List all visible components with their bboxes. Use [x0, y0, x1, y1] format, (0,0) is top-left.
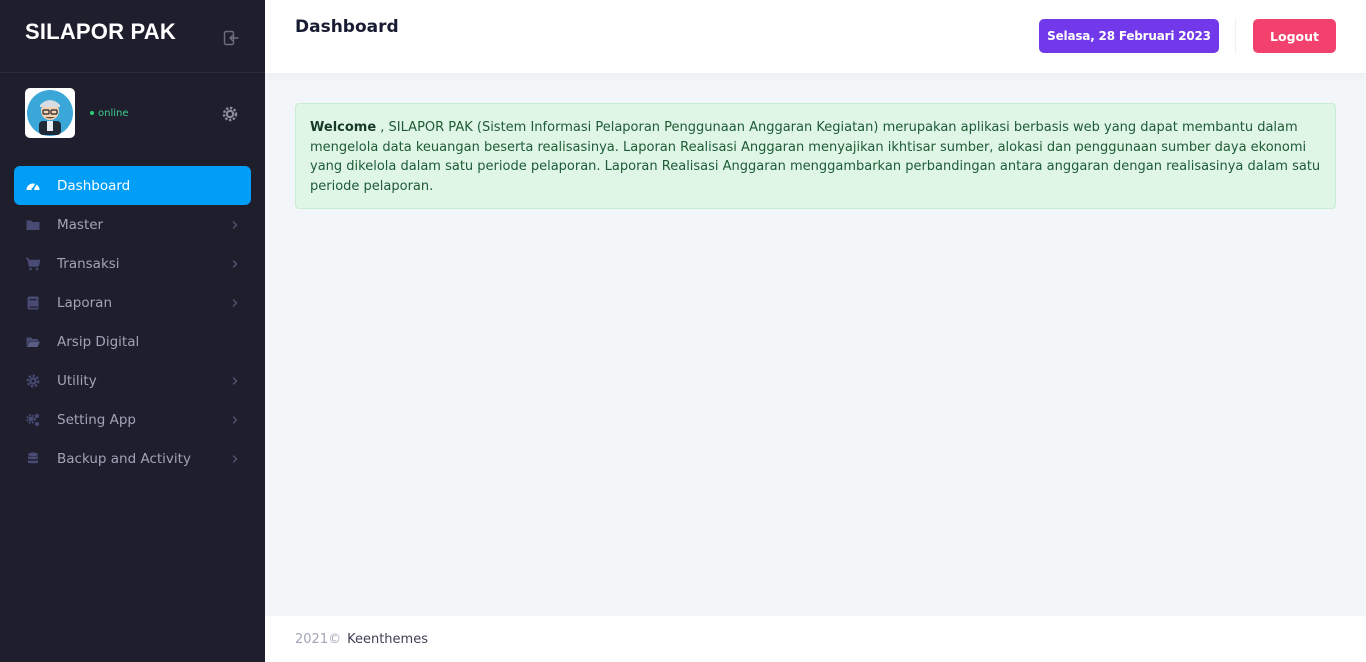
- gauge-icon: [25, 178, 41, 194]
- sidebar-item-label: Dashboard: [57, 177, 131, 194]
- chevron-right-icon: [232, 376, 238, 385]
- footer-copyright: 2021©: [295, 631, 342, 647]
- sidebar-item-setting-app[interactable]: Setting App: [14, 400, 251, 439]
- sidebar: SILAPOR PAK online Dashboard Master Tran…: [0, 0, 265, 662]
- user-status: online: [90, 108, 129, 119]
- footer: 2021© Keenthemes: [265, 616, 1366, 662]
- sidebar-item-backup-and-activity[interactable]: Backup and Activity: [14, 439, 251, 478]
- sidebar-item-dashboard[interactable]: Dashboard: [14, 166, 251, 205]
- sidebar-item-label: Utility: [57, 372, 97, 389]
- chevron-right-icon: [232, 415, 238, 424]
- sidebar-item-transaksi[interactable]: Transaksi: [14, 244, 251, 283]
- user-settings-icon[interactable]: [221, 105, 239, 123]
- chevron-right-icon: [232, 259, 238, 268]
- sidebar-item-label: Laporan: [57, 294, 113, 311]
- footer-link[interactable]: Keenthemes: [347, 632, 428, 647]
- date-badge: Selasa, 28 Februari 2023: [1039, 19, 1219, 53]
- gears-icon: [25, 412, 41, 428]
- folder-open-icon: [25, 334, 41, 350]
- sidebar-item-laporan[interactable]: Laporan: [14, 283, 251, 322]
- status-label: online: [98, 107, 129, 119]
- sidebar-item-label: Backup and Activity: [57, 450, 191, 467]
- alert-lead: Welcome: [310, 120, 377, 135]
- sidebar-menu: Dashboard Master Transaksi Laporan Arsip…: [0, 153, 265, 478]
- chevron-right-icon: [232, 220, 238, 229]
- avatar[interactable]: [25, 88, 75, 138]
- user-panel: online: [0, 73, 265, 153]
- folder-icon: [25, 217, 41, 233]
- top-header: Dashboard Selasa, 28 Februari 2023 Logou…: [265, 0, 1366, 73]
- avatar-image: [27, 90, 73, 136]
- header-divider: [1235, 18, 1236, 54]
- sidebar-item-label: Arsip Digital: [57, 333, 140, 350]
- sidebar-item-arsip-digital[interactable]: Arsip Digital: [14, 322, 251, 361]
- sidebar-item-utility[interactable]: Utility: [14, 361, 251, 400]
- logout-button[interactable]: Logout: [1253, 19, 1336, 53]
- sidebar-toggle-icon[interactable]: [222, 29, 240, 47]
- gear-icon: [25, 373, 41, 389]
- sidebar-item-master[interactable]: Master: [14, 205, 251, 244]
- brand-bar: SILAPOR PAK: [0, 0, 265, 73]
- cart-icon: [25, 256, 41, 272]
- online-dot-icon: [90, 111, 94, 115]
- chevron-right-icon: [232, 454, 238, 463]
- book-icon: [25, 295, 41, 311]
- sidebar-item-label: Setting App: [57, 411, 137, 428]
- brand-title: SILAPOR PAK: [25, 19, 176, 44]
- page-title: Dashboard: [295, 17, 399, 37]
- welcome-alert: Welcome , SILAPOR PAK (Sistem Informasi …: [295, 103, 1336, 209]
- chevron-right-icon: [232, 298, 238, 307]
- sidebar-item-label: Transaksi: [57, 255, 120, 272]
- alert-text: , SILAPOR PAK (Sistem Informasi Pelapora…: [310, 120, 1321, 194]
- sidebar-item-label: Master: [57, 216, 104, 233]
- database-icon: [25, 451, 41, 467]
